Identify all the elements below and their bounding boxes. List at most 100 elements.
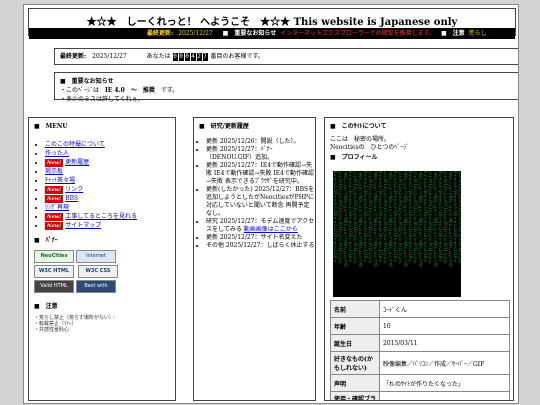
ie-banner[interactable]: Internet Explorer <box>76 250 116 263</box>
w3c-css-banner[interactable]: W3C CSS <box>77 265 118 278</box>
profile-value: 10 <box>379 317 510 335</box>
news-item: 更新 2025/12/27：サイト名変えた <box>206 234 315 242</box>
w3c-html-banner[interactable]: W3C HTML 3.2 <box>34 265 74 278</box>
notes-list: ・荒らし禁止（荒らす場所がない）・ ・転載禁止（ﾏﾅｰ） ・共感性羞恥心 <box>34 315 175 333</box>
menu-item: 作った人 <box>45 149 175 158</box>
notice-line2: ・多少のミスは許してくれぇ。 <box>60 96 144 103</box>
counter-digit: 0 <box>184 53 190 61</box>
table-row: 好きなもの(か もしれない) 映像編集／ﾊﾟｿｺﾝ／作成／ｻｰﾊﾞｰ／GIF <box>330 351 510 375</box>
profile-key: 声明 <box>330 374 380 392</box>
menu-item: ﾘﾝｸﾞ再現 <box>45 203 175 212</box>
banner-grid: NeoCitiesInternet ExplorerW3C HTML 3.2 W… <box>34 250 159 295</box>
news-item: 更新 2025/12/27：ﾊﾞﾅｰ（DENOU.GIF）追加。 <box>206 146 315 162</box>
matrix-glyph-column: カケ0ｳ11ウカケ0ｳ11ウカケ0ｳ11ウカケ0ｳ11ウカケ <box>458 171 461 264</box>
notice-heading: ■ 重要なお知らせ <box>60 78 114 85</box>
new-badge: New! <box>45 222 64 230</box>
marquee-banner: 最終更新: 2025/12/27 ■ 重要なお知らせ インターネットエクスプロー… <box>29 28 515 39</box>
new-badge: New! <box>45 195 64 203</box>
profile-intro-2: Neocitiesの ひとつのﾍﾟｰｼﾞ <box>330 144 410 151</box>
last-update-label: 最終更新: <box>60 53 87 60</box>
profile-table: 名前 ｺｰﾄﾞくん 年齢 10 誕生日 2015/03/11 好きなもの(か もしれな… <box>330 300 510 400</box>
valid-html-banner[interactable]: Valid HTML <box>34 280 74 293</box>
counter-digit: 7 <box>202 53 208 61</box>
menu-link-ring[interactable]: ﾘﾝｸﾞ再現 <box>45 204 69 211</box>
menu-item: このこの特撮について <box>45 140 175 149</box>
profile-key: 年齢 <box>330 317 380 335</box>
visitor-counter: 000427 <box>172 49 209 64</box>
profile-key: 好きなもの(か もしれない) <box>330 351 380 375</box>
new-badge: New! <box>45 213 64 221</box>
matrix-animation-image: 0イオク1ｲ10イオク1ｲ10イオク1ｲ10イオク1ｲ10イ カケ0ｳ11ウカケ0… <box>333 171 461 297</box>
menu-link-links[interactable]: リンク <box>65 186 83 193</box>
table-row: 誕生日 2015/03/11 <box>330 334 510 352</box>
profile-value: ｺｰﾄﾞくん <box>379 300 510 318</box>
profile-value: Brave Edge IE4,6,8,11 <box>379 391 510 400</box>
menu-item: 掲示板 <box>45 167 175 176</box>
marquee-update-label: 最終更新: <box>147 30 174 37</box>
marquee-warning-text: 荒らし <box>468 30 487 37</box>
banner-heading: ■ ﾊﾞﾅｰ <box>34 237 58 244</box>
three-columns: ■ MENU このこの特撮について 作った人 New! 更新履歴 掲示板 ﾁｬｯ… <box>28 117 514 401</box>
news-item: 更新 2025/12/27：IE4で動作確認→失敗 IE4で動作確認→失敗 IE… <box>206 162 315 186</box>
table-row: 声明 「ｵﾚのｻｲﾄが作りたくなった」 <box>330 374 510 392</box>
counter-digit: 2 <box>196 53 202 61</box>
menu-link-chat[interactable]: ﾁｬｯﾄ茶々場 <box>45 177 75 184</box>
table-row: 年齢 10 <box>330 317 510 335</box>
profile-key: 誕生日 <box>330 334 380 352</box>
marquee-notice-text: インターネットエクスプローラーでの閲覧を推奨します。 <box>280 30 436 37</box>
menu-link-about[interactable]: このこの特撮について <box>45 141 105 148</box>
video-link[interactable]: 動画画像はここから <box>244 226 298 233</box>
profile-key: 名前 <box>330 300 380 318</box>
menu-item: New! リンク <box>45 185 175 194</box>
new-badge: New! <box>45 159 64 167</box>
neocities-banner[interactable]: NeoCities <box>34 250 74 263</box>
news-list: 更新 2025/12/26：開設（した）。 更新 2025/12/27：ﾊﾞﾅｰ… <box>198 138 315 250</box>
marquee-warning-label: ■ 注意 <box>440 30 465 37</box>
page-body: ★☆★ しーくれっと！ へようこそ ★☆★ This website is Ja… <box>23 4 519 404</box>
important-notice: ■ 重要なお知らせ ・このﾍﾟｰｼﾞは IE 4.0 〜 推奨 です。 ・多少の… <box>54 72 518 103</box>
profile-heading: ■ このｻｲﾄについて <box>330 123 387 130</box>
menu-link-history[interactable]: 更新履歴 <box>65 159 89 166</box>
counter-digit: 4 <box>190 53 196 61</box>
notice-line1-c: です。 <box>160 87 179 94</box>
header-box: ★☆★ しーくれっと！ へようこそ ★☆★ This website is Ja… <box>28 8 516 39</box>
menu-item: New! サイトマップ <box>45 221 175 230</box>
menu-link-sitemap[interactable]: サイトマップ <box>65 222 101 229</box>
netscape-banner[interactable]: Best with Netscape <box>76 280 116 293</box>
news-column: ■ 研究/更新履歴 更新 2025/12/26：開設（した）。 更新 2025/… <box>193 117 316 401</box>
notes-heading: ■ 注意 <box>34 303 58 310</box>
menu-item: ﾁｬｯﾄ茶々場 <box>45 176 175 185</box>
menu-column: ■ MENU このこの特撮について 作った人 New! 更新履歴 掲示板 ﾁｬｯ… <box>28 117 176 401</box>
last-update-box: 最終更新: 2025/12/27 あなたは 000427 番目のお客様です。 <box>54 48 518 65</box>
site-title: ★☆★ しーくれっと！ へようこそ ★☆★ This website is Ja… <box>86 17 458 28</box>
menu-link-board[interactable]: 掲示板 <box>45 168 63 175</box>
note-line: ・共感性羞恥心 <box>34 327 70 333</box>
counter-digit: 0 <box>178 53 184 61</box>
profile-column: ■ このｻｲﾄについて ここは 秘密の場所。 Neocitiesの ひとつのﾍﾟ… <box>324 117 514 401</box>
marquee-notice-label: ■ 重要なお知らせ <box>222 30 277 37</box>
profile-value: 映像編集／ﾊﾟｿｺﾝ／作成／ｻｰﾊﾞｰ／GIF <box>379 351 510 375</box>
news-item: 更新(したかった) 2025/12/27：BBSを追加しようとしたがNeocit… <box>206 186 315 218</box>
menu-item: New! 更新履歴 <box>45 158 175 167</box>
new-badge: New! <box>45 186 64 194</box>
menu-link-construction[interactable]: 工事してるところを見れる <box>65 213 137 220</box>
menu-link-bbs[interactable]: BBS <box>65 195 78 202</box>
menu-item: New! BBS <box>45 194 175 203</box>
profile-intro-1: ここは 秘密の場所。 <box>330 136 391 143</box>
menu-link-author[interactable]: 作った人 <box>45 150 69 157</box>
profile-subheading: ■ プロフィール <box>330 154 378 161</box>
marquee-update-date: 2025/12/27 <box>178 30 213 37</box>
notice-recommend: IE 4.0 〜 推奨 <box>104 87 155 94</box>
visitor-suffix: 番目のお客様です。 <box>210 53 264 60</box>
profile-value: 2015/03/11 <box>379 334 510 352</box>
menu-item: New! 工事してるところを見れる <box>45 212 175 221</box>
visitor-prefix: あなたは <box>146 53 171 60</box>
notice-line1-a: ・このﾍﾟｰｼﾞは <box>60 87 100 94</box>
menu-list: このこの特撮について 作った人 New! 更新履歴 掲示板 ﾁｬｯﾄ茶々場 Ne… <box>35 140 175 230</box>
news-heading: ■ 研究/更新履歴 <box>199 123 249 130</box>
news-item: その他 2025/12/27：しばらく休止する <box>206 242 315 250</box>
table-row: 使用・確認ブラウザBrave Edge IE4,6,8,11 <box>330 391 510 400</box>
news-item: 更新 2025/12/26：開設（した）。 <box>206 138 315 146</box>
table-row: 名前 ｺｰﾄﾞくん <box>330 300 510 318</box>
menu-heading: ■ MENU <box>34 123 68 130</box>
